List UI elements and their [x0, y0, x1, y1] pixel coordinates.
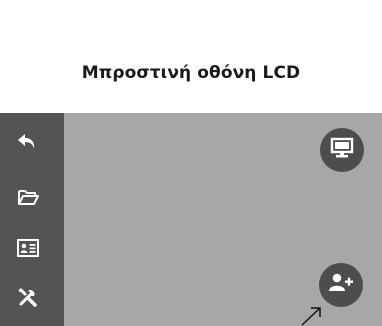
page-title: Μπροστινή οθόνη LCD — [81, 63, 301, 83]
contact-card-button[interactable] — [6, 229, 50, 267]
back-button[interactable] — [6, 123, 50, 161]
sidebar — [0, 113, 64, 326]
folder-open-icon — [17, 188, 39, 206]
callout-arrow — [300, 305, 324, 326]
settings-button[interactable] — [6, 278, 50, 316]
tools-icon — [17, 287, 39, 307]
manual-figure: Μπροστινή οθόνη LCD — [0, 0, 382, 326]
back-arrow-icon — [17, 132, 39, 152]
contact-card-icon — [17, 239, 39, 257]
add-user-button[interactable] — [319, 263, 363, 307]
monitor-button[interactable] — [320, 128, 364, 172]
add-user-icon — [328, 272, 354, 299]
folder-button[interactable] — [6, 178, 50, 216]
monitor-icon — [330, 137, 354, 164]
